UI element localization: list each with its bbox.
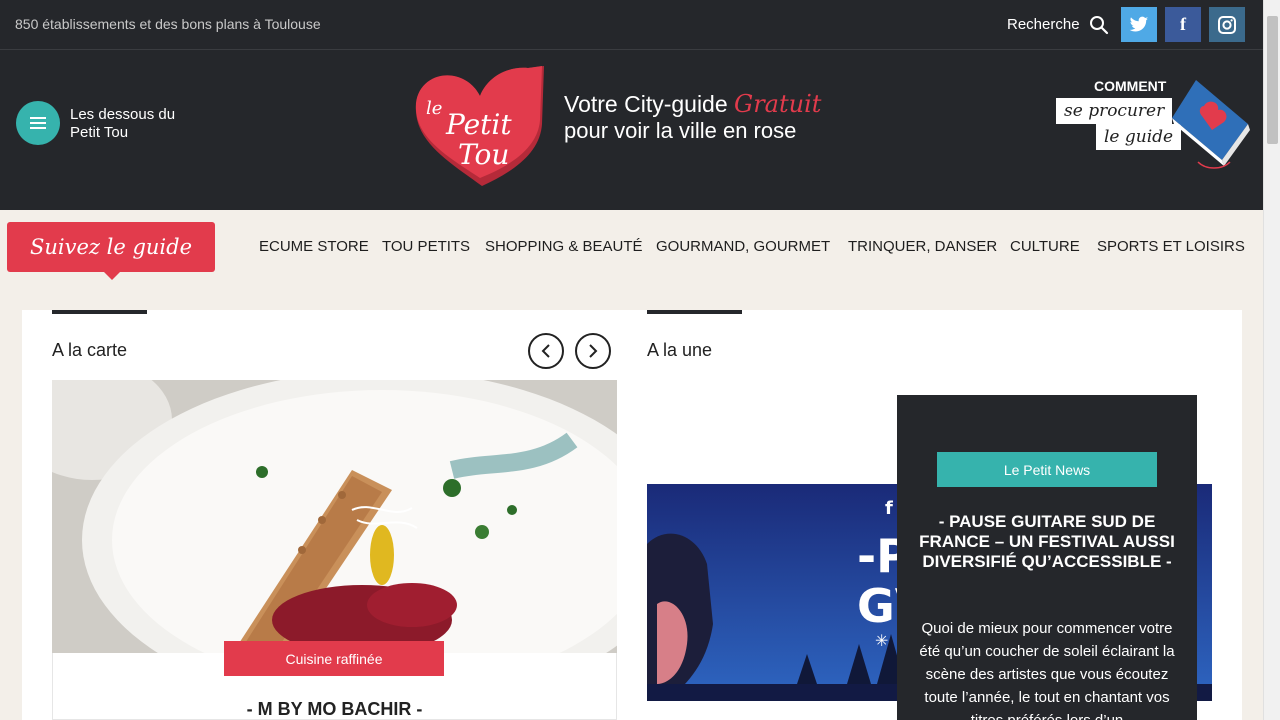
restaurant-title[interactable]: - M BY MO BACHIR - (52, 699, 617, 720)
svg-text:f: f (885, 498, 893, 519)
slogan-prefix: Votre City-guide (564, 91, 728, 117)
slogan-highlight: Gratuit (734, 90, 822, 118)
section-title-carte: A la carte (52, 340, 128, 360)
svg-text:le: le (426, 98, 442, 119)
news-excerpt: Quoi de mieux pour commencer votre été q… (919, 620, 1175, 720)
category-badge[interactable]: Cuisine raffinée (224, 641, 444, 676)
follow-arrow-icon (104, 272, 120, 280)
restaurant-photo[interactable] (52, 380, 617, 654)
le-petit-tou-logo[interactable]: le Petit Tou (412, 64, 548, 188)
menu-button[interactable] (16, 101, 60, 145)
section-title-une: A la une (647, 340, 713, 360)
instagram-icon[interactable] (1209, 7, 1245, 42)
twitter-icon[interactable] (1121, 7, 1157, 42)
news-feature-box[interactable]: Le Petit News - PAUSE GUITARE SUD DE FRA… (897, 395, 1197, 720)
carousel-prev-button[interactable] (528, 333, 564, 369)
slogan-line-1: Votre City-guide Gratuit (564, 90, 821, 118)
carousel-next-button[interactable] (575, 333, 611, 369)
facebook-icon[interactable]: f (1165, 7, 1201, 42)
site-header: Les dessous du Petit Tou le Petit Tou Vo… (0, 50, 1263, 210)
nav-sports-loisirs[interactable]: SPORTS ET LOISIRS (1097, 238, 1245, 255)
section-bar-carte (52, 310, 147, 314)
nav-shopping-beaute[interactable]: SHOPPING & BEAUTÉ (485, 238, 643, 255)
book-icon (1172, 80, 1250, 169)
nav-trinquer-danser[interactable]: TRINQUER, DANSER (848, 238, 997, 255)
svg-text:✳: ✳ (875, 631, 888, 650)
nav-culture[interactable]: CULTURE (1010, 238, 1080, 255)
search-icon[interactable] (1089, 15, 1109, 35)
svg-text:Petit: Petit (445, 108, 512, 141)
follow-guide-button[interactable]: Suivez le guide (7, 222, 215, 272)
promo-top-text: COMMENT (1094, 78, 1167, 94)
scrollbar-thumb[interactable] (1267, 16, 1278, 144)
news-headline[interactable]: - PAUSE GUITARE SUD DE FRANCE – UN FESTI… (917, 512, 1177, 572)
slogan-line-2: pour voir la ville en rose (564, 118, 797, 143)
nav-ecume-store[interactable]: ECUME STORE (259, 238, 369, 255)
svg-text:Tou: Tou (458, 138, 509, 171)
chevron-left-icon (541, 344, 550, 358)
top-bar: 850 établissements et des bons plans à T… (0, 0, 1263, 50)
chevron-right-icon (589, 344, 598, 358)
news-category-badge[interactable]: Le Petit News (937, 452, 1157, 487)
hamburger-icon (30, 117, 46, 129)
get-guide-promo[interactable]: COMMENT se procurer le guide (1056, 78, 1250, 173)
site-tagline: 850 établissements et des bons plans à T… (15, 16, 321, 32)
nav-tou-petits[interactable]: TOU PETITS (382, 238, 470, 255)
search-label[interactable]: Recherche (1007, 16, 1080, 33)
page-scrollbar[interactable] (1263, 0, 1280, 720)
nav-gourmand-gourmet[interactable]: GOURMAND, GOURMET (656, 238, 830, 255)
menu-label[interactable]: Les dessous du Petit Tou (70, 106, 180, 142)
promo-line-1: se procurer (1056, 98, 1173, 124)
section-bar-une (647, 310, 742, 314)
